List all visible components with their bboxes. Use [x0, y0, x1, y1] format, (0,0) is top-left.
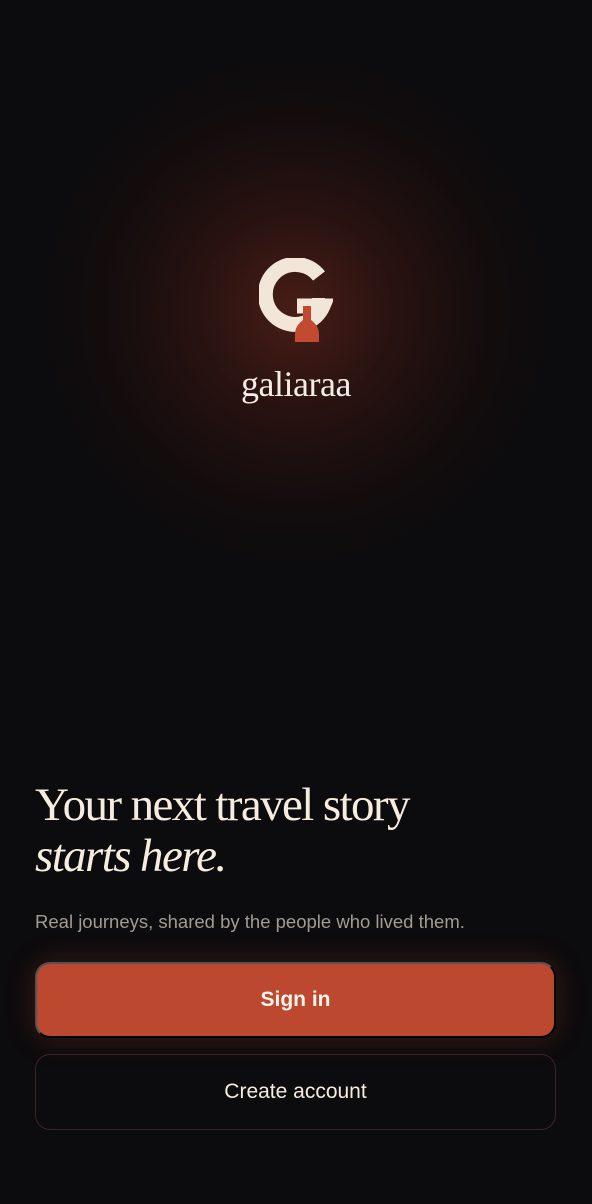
- headline-line-2: starts here.: [35, 830, 227, 882]
- g-monogram-logo-icon: [259, 258, 333, 342]
- headline-line-1: Your next travel story: [35, 779, 410, 831]
- sign-in-button[interactable]: Sign in: [35, 962, 556, 1038]
- brand-name: galiaraa: [241, 364, 351, 404]
- headline: Your next travel story starts here.: [35, 780, 555, 882]
- create-account-button[interactable]: Create account: [35, 1054, 556, 1130]
- hero-section: Your next travel story starts here.: [35, 780, 555, 882]
- subtitle: Real journeys, shared by the people who …: [35, 911, 465, 932]
- brand-block: galiaraa: [0, 258, 592, 402]
